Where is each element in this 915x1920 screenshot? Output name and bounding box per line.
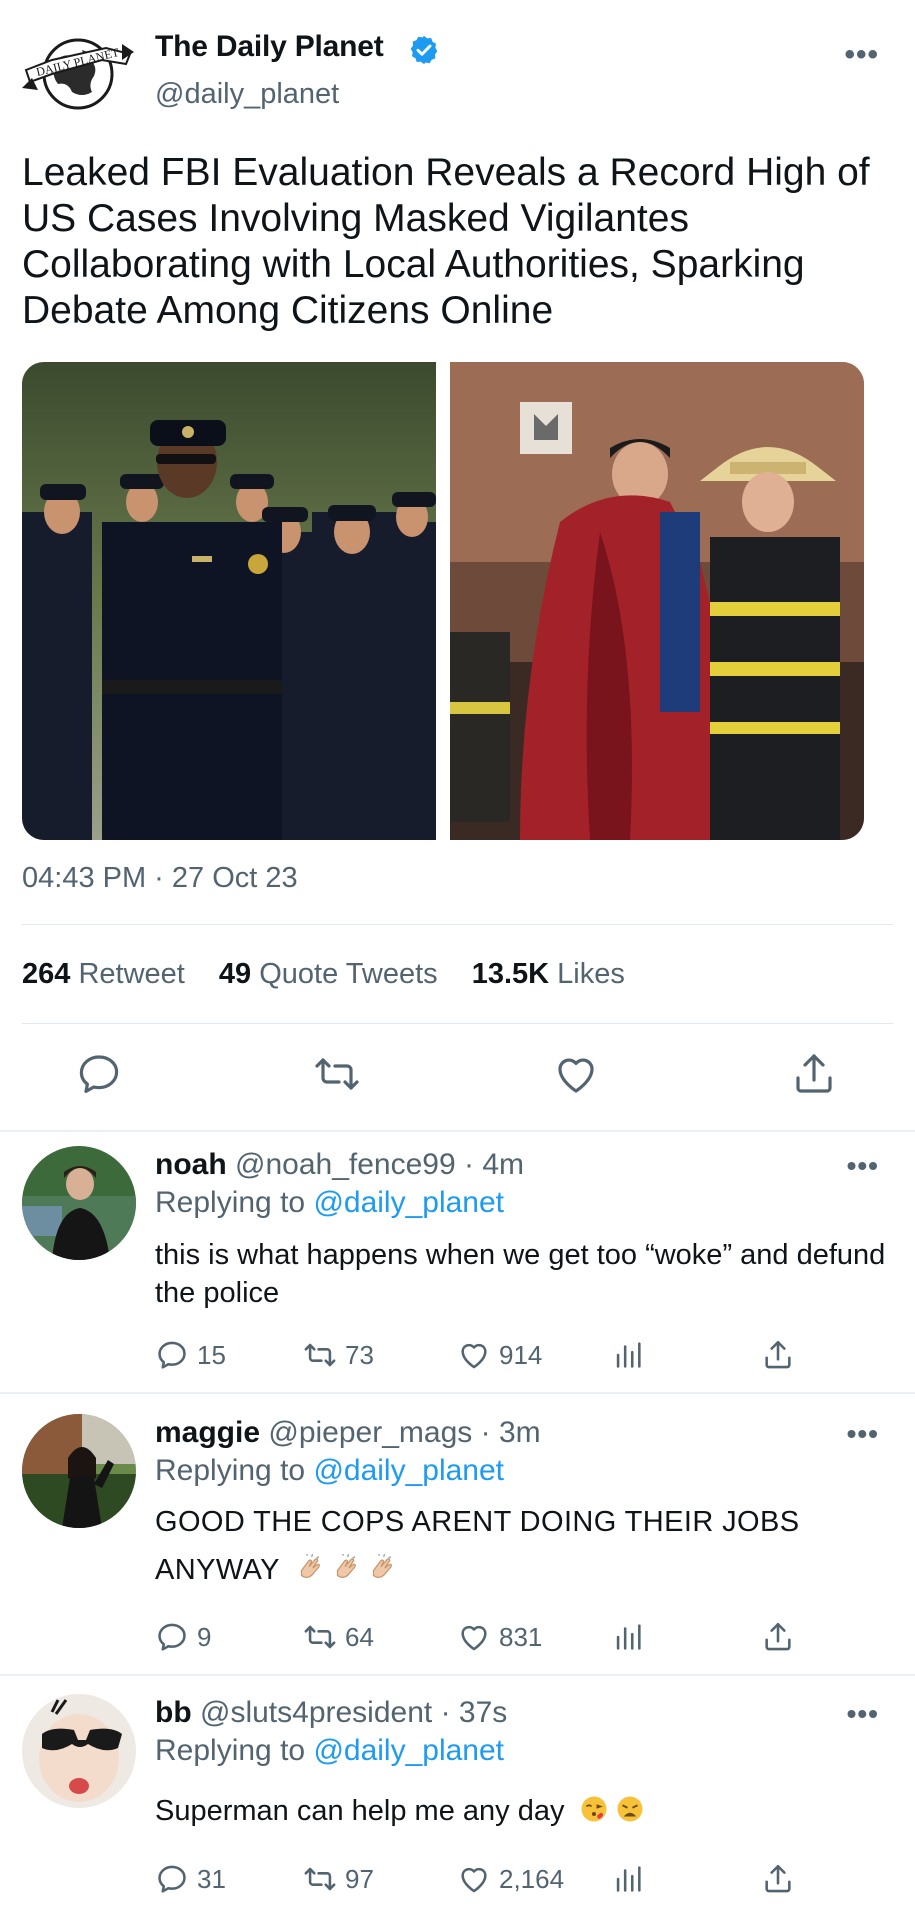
share-icon: [765, 1622, 791, 1651]
like-button[interactable]: 831: [457, 1620, 542, 1654]
tweet-stats: 264 Retweet 49 Quote Tweets 13.5K Likes: [22, 958, 651, 991]
reply-text: this is what happens when we get too “wo…: [155, 1239, 886, 1309]
police-officers-photo[interactable]: [22, 362, 436, 840]
retweet-button[interactable]: 64: [303, 1620, 374, 1654]
reply-author-handle[interactable]: @pieper_mags: [268, 1416, 472, 1449]
likes-stat[interactable]: 13.5K Likes: [472, 958, 625, 990]
clapping-hands-emoji-icon: [300, 1553, 320, 1578]
analytics-icon: [616, 1866, 641, 1892]
share-button[interactable]: [761, 1338, 803, 1372]
tweet-action-bar: [0, 1050, 915, 1110]
replying-to: Replying to @daily_planet: [155, 1734, 505, 1767]
reply-button[interactable]: 15: [155, 1338, 226, 1372]
like-heart-icon[interactable]: [552, 1050, 600, 1098]
reply-time[interactable]: · 4m: [464, 1148, 524, 1181]
reply-action-bar: 9 64 831: [155, 1620, 815, 1660]
avatar[interactable]: [22, 1146, 136, 1260]
reply-button[interactable]: 31: [155, 1862, 226, 1896]
tweet-timestamp[interactable]: 04:43 PM · 27 Oct 23: [22, 862, 298, 895]
reply-header: bb @sluts4president · 37s: [155, 1696, 507, 1730]
retweet-icon: [304, 1343, 336, 1367]
like-heart-icon: [461, 1867, 487, 1893]
analytics-icon: [616, 1624, 641, 1650]
author-handle[interactable]: @daily_planet: [155, 78, 339, 111]
like-heart-icon: [461, 1343, 487, 1369]
reply-tweet[interactable]: bb @sluts4president · 37s ••• Replying t…: [0, 1676, 915, 1920]
face-blowing-kiss-emoji-icon: [581, 1796, 607, 1822]
reply-tweet[interactable]: noah @noah_fence99 · 4m ••• Replying to …: [0, 1132, 915, 1392]
replying-to-handle-link[interactable]: @daily_planet: [313, 1734, 504, 1767]
reply-icon: [158, 1341, 186, 1369]
reply-tweet[interactable]: maggie @pieper_mags · 3m ••• Replying to…: [0, 1394, 915, 1674]
reply-icon[interactable]: [75, 1050, 123, 1098]
like-button[interactable]: 2,164: [457, 1862, 564, 1896]
replying-to: Replying to @daily_planet: [155, 1454, 505, 1487]
analytics-button[interactable]: [611, 1620, 653, 1654]
share-icon: [765, 1864, 791, 1893]
analytics-button[interactable]: [611, 1862, 653, 1896]
retweet-icon: [304, 1867, 336, 1891]
reply-count: 9: [197, 1621, 212, 1652]
like-count: 831: [499, 1621, 543, 1652]
retweet-icon: [304, 1625, 336, 1649]
like-count: 2,164: [499, 1863, 565, 1894]
replying-to-handle-link[interactable]: @daily_planet: [313, 1186, 504, 1219]
caped-hero-firefighter-photo[interactable]: [450, 362, 864, 840]
author-display-name[interactable]: The Daily Planet: [155, 30, 384, 64]
more-options-icon[interactable]: •••: [847, 1698, 879, 1730]
share-icon: [765, 1340, 791, 1369]
reply-author-handle[interactable]: @noah_fence99: [235, 1148, 456, 1181]
share-icon[interactable]: [790, 1050, 838, 1098]
divider: [22, 1023, 893, 1024]
more-options-icon[interactable]: •••: [847, 1418, 879, 1450]
replying-to-handle-link[interactable]: @daily_planet: [313, 1454, 504, 1487]
reply-button[interactable]: 9: [155, 1620, 211, 1654]
reply-author-name[interactable]: maggie: [155, 1416, 260, 1449]
avatar[interactable]: [22, 1694, 136, 1808]
weary-face-emoji-icon: [617, 1796, 643, 1822]
analytics-icon: [616, 1342, 641, 1368]
reply-author-name[interactable]: noah: [155, 1148, 227, 1181]
like-button[interactable]: 914: [457, 1338, 542, 1372]
retweet-count: 97: [345, 1863, 374, 1894]
more-options-icon[interactable]: •••: [847, 1150, 879, 1182]
analytics-button[interactable]: [611, 1338, 653, 1372]
retweet-button[interactable]: 73: [303, 1338, 374, 1372]
reply-icon: [158, 1623, 186, 1651]
quote-tweets-stat[interactable]: 49 Quote Tweets: [219, 958, 438, 990]
retweets-stat[interactable]: 264 Retweet: [22, 958, 185, 990]
retweet-icon[interactable]: [313, 1050, 361, 1098]
avatar[interactable]: [22, 1414, 136, 1528]
more-options-icon[interactable]: •••: [844, 38, 879, 72]
reply-count: 15: [197, 1339, 226, 1370]
reply-text: GOOD THE COPS ARENT DOING THEIR JOBS ANY…: [155, 1506, 800, 1586]
share-button[interactable]: [761, 1620, 803, 1654]
reply-action-bar: 15 73 914: [155, 1338, 815, 1378]
like-count: 914: [499, 1339, 543, 1370]
reply-count: 31: [197, 1863, 226, 1894]
clapping-hands-emoji-icon: [336, 1553, 356, 1578]
main-tweet: DAILY PLANET The Daily Planet @daily_pla…: [0, 0, 915, 1130]
reply-header: noah @noah_fence99 · 4m: [155, 1148, 524, 1182]
reply-icon: [158, 1865, 186, 1893]
reply-author-handle[interactable]: @sluts4president: [200, 1696, 432, 1729]
reply-text: Superman can help me any day: [155, 1792, 895, 1830]
share-button[interactable]: [761, 1862, 803, 1896]
reply-author-name[interactable]: bb: [155, 1696, 192, 1729]
retweet-count: 64: [345, 1621, 374, 1652]
reply-time[interactable]: · 37s: [441, 1696, 508, 1729]
like-heart-icon: [461, 1625, 487, 1651]
divider: [22, 924, 893, 925]
reply-time[interactable]: · 3m: [481, 1416, 541, 1449]
replying-to: Replying to @daily_planet: [155, 1186, 505, 1219]
verified-badge-icon: [410, 36, 438, 64]
tweet-text: Leaked FBI Evaluation Reveals a Record H…: [22, 151, 870, 332]
retweet-count: 73: [345, 1339, 374, 1370]
clapping-hands-emoji-icon: [372, 1553, 392, 1578]
reply-action-bar: 31 97 2,164: [155, 1862, 815, 1902]
daily-planet-logo[interactable]: DAILY PLANET: [22, 30, 134, 114]
reply-header: maggie @pieper_mags · 3m: [155, 1416, 541, 1450]
retweet-button[interactable]: 97: [303, 1862, 374, 1896]
